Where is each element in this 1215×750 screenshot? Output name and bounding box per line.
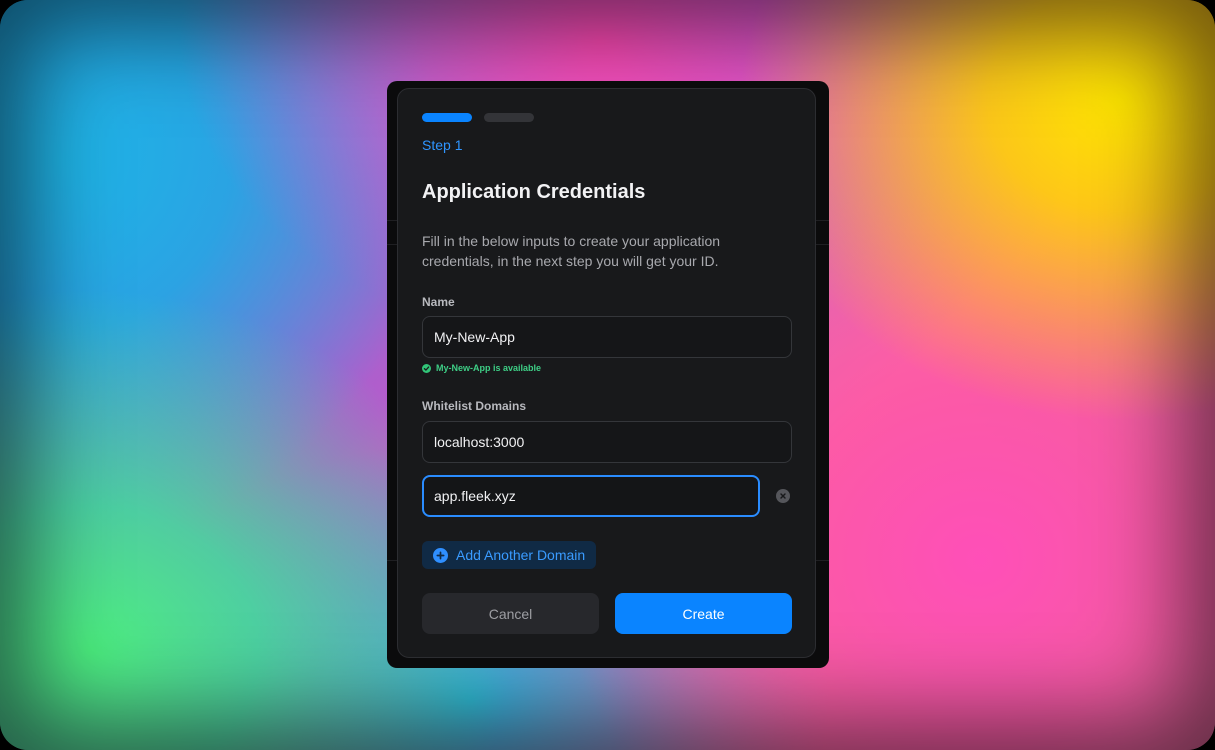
name-input[interactable]: My-New-App [422, 316, 792, 358]
cancel-button[interactable]: Cancel [422, 593, 599, 634]
step-label: Step 1 [422, 137, 463, 153]
create-credentials-modal: Step 1 Application Credentials Fill in t… [397, 88, 816, 658]
availability-text: My-New-App is available [436, 363, 542, 373]
name-field-label: Name [422, 295, 455, 309]
check-circle-icon [422, 363, 431, 373]
close-circle-icon[interactable] [776, 489, 790, 503]
add-domain-button[interactable]: Add Another Domain [422, 541, 597, 569]
domain-input-value: localhost:3000 [434, 434, 525, 450]
step-progress [422, 113, 534, 122]
modal-description: Fill in the below inputs to create your … [422, 233, 721, 269]
plus-circle-icon [433, 547, 448, 563]
domain-input-1[interactable]: localhost:3000 [422, 421, 792, 463]
name-input-value: My-New-App [434, 329, 515, 345]
step-indicator-active [422, 113, 472, 122]
domain-input-2[interactable]: app.fleek.xyz [422, 475, 760, 517]
domain-input-value: app.fleek.xyz [434, 488, 516, 504]
add-domain-label: Add Another Domain [456, 547, 586, 563]
step-indicator-inactive [484, 113, 534, 122]
create-button[interactable]: Create [615, 593, 792, 634]
availability-hint: My-New-App is available [422, 363, 541, 373]
modal-title: Application Credentials [422, 181, 646, 203]
domains-field-label: Whitelist Domains [422, 399, 527, 413]
